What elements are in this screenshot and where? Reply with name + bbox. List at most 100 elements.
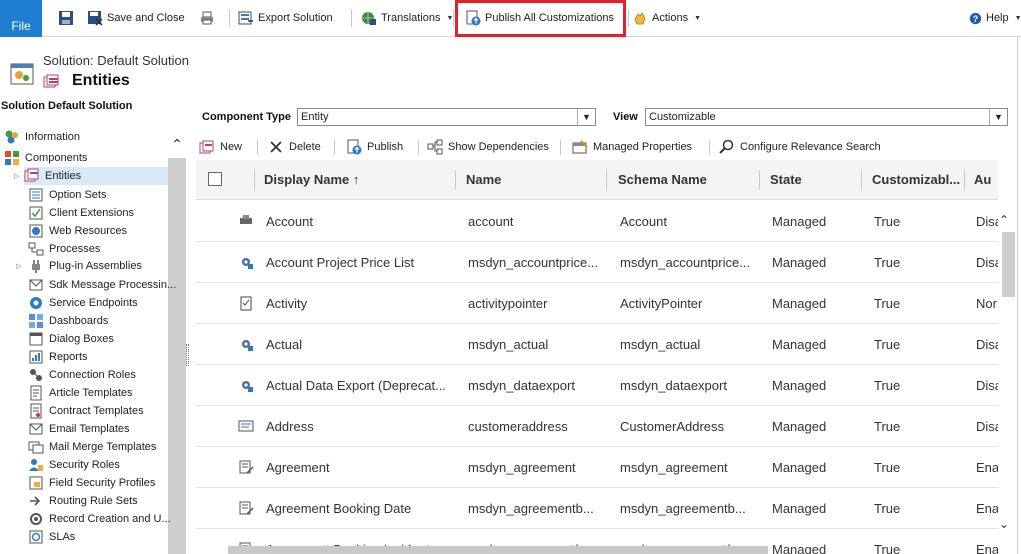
sidebar-item-contract-templates[interactable]: Contract Templates [28,402,144,420]
delete-button[interactable]: Delete [268,138,321,156]
translations-dropdown[interactable]: Translations ▼ [361,8,453,28]
table-row[interactable]: Agreement msdyn_agreement msdyn_agreement M… [196,447,998,488]
grid-horizontal-scroll-thumb[interactable] [228,546,768,554]
entities-icon [24,168,39,182]
print-button[interactable] [199,8,215,28]
cell-schema-name: msdyn_agreementb... [620,501,746,516]
sidebar-item-record-creation-rules[interactable]: Record Creation and U... [28,510,171,528]
entity-gear-icon [238,336,254,352]
component-type-select[interactable]: Entity ▼ [297,108,596,126]
sdk-message-icon [29,279,43,291]
select-all-checkbox[interactable] [208,172,222,186]
export-solution-button[interactable]: Export Solution [238,8,333,28]
cell-schema-name: msdyn_agreement [620,460,728,475]
chevron-down-icon: ▼ [694,14,702,22]
sidebar-item-slas[interactable]: SLAs [28,528,75,546]
view-select[interactable]: Customizable ▼ [645,108,1008,126]
expand-triangle-icon[interactable]: ▷ [16,262,21,270]
sidebar-scrollbar[interactable] [168,158,186,554]
sidebar-item-security-roles[interactable]: Security Roles [28,456,120,474]
table-row[interactable]: Actual Data Export (Deprecat... msdyn_dat… [196,365,998,406]
table-row[interactable]: Actual msdyn_actual msdyn_actual Managed Tru… [196,324,998,365]
column-header-schema-name[interactable]: Schema Name [618,172,707,187]
sidebar-item-client-extensions[interactable]: Client Extensions [28,204,134,222]
sidebar-item-label: Contract Templates [49,405,144,417]
sidebar-item-service-endpoints[interactable]: Service Endpoints [28,294,138,312]
client-extensions-icon [29,206,43,220]
cell-audit: Ena [976,460,998,475]
article-templates-icon [30,385,42,401]
table-row[interactable]: Address customeraddress CustomerAddress Man… [196,406,998,447]
help-dropdown[interactable]: ? Help ▼ [969,8,1021,28]
sidebar-item-mail-merge-templates[interactable]: Mail Merge Templates [28,438,156,456]
sidebar-item-label: Article Templates [49,387,133,399]
entity-gear-icon [238,377,254,393]
sidebar-item-components[interactable]: Components [4,149,87,167]
save-close-icon [88,11,103,26]
grid-scroll-thumb[interactable] [1002,232,1015,297]
routing-rule-icon [30,496,41,506]
contract-templates-icon [30,403,42,419]
cell-name: activitypointer [468,296,548,311]
table-row[interactable]: Activity activitypointer ActivityPointer Ma… [196,283,998,324]
option-sets-icon [29,188,43,202]
sidebar-item-label: Mail Merge Templates [49,441,157,453]
sidebar-item-processes[interactable]: Processes [28,240,100,258]
sidebar-item-field-security-profiles[interactable]: Field Security Profiles [28,474,155,492]
sidebar-item-dialog-boxes[interactable]: Dialog Boxes [28,330,114,348]
sidebar-item-sdk-message-processing[interactable]: Sdk Message Processin... [28,276,176,294]
cell-display-name: Actual [266,337,303,352]
show-dependencies-label: Show Dependencies [448,141,549,153]
sidebar-item-plug-in-assemblies[interactable]: Plug-in Assemblies [28,257,142,275]
table-row[interactable]: Account Project Price List msdyn_accountp… [196,242,998,283]
sidebar-item-dashboards[interactable]: Dashboards [28,312,108,330]
cell-display-name: Agreement [266,460,330,475]
show-dependencies-button[interactable]: Show Dependencies [427,138,549,156]
expand-triangle-icon[interactable]: ▷ [14,172,19,180]
actions-dropdown[interactable]: Actions ▼ [632,8,701,28]
sidebar-item-entities[interactable]: Entities [24,167,168,185]
column-header-display-name[interactable]: Display Name ↑ [264,172,359,187]
sidebar-item-routing-rule-sets[interactable]: Routing Rule Sets [28,492,138,510]
column-header-state[interactable]: State [770,172,802,187]
cell-state: Managed [772,542,827,554]
column-header-customizable[interactable]: Customizabl... [872,172,960,187]
column-header-name[interactable]: Name [466,172,501,187]
ribbon-toolbar: File Save and Close Export Solution Tran… [0,0,1021,37]
cell-display-name: Activity [266,296,308,311]
solution-name: Solution: Default Solution [43,53,189,68]
save-icon-button[interactable] [58,8,74,28]
save-and-close-button[interactable]: Save and Close [87,8,185,28]
cell-name: msdyn_agreement [468,460,576,475]
sidebar-item-label: Routing Rule Sets [49,495,138,507]
file-tab[interactable]: File [0,0,42,37]
sidebar-item-option-sets[interactable]: Option Sets [28,186,106,204]
information-icon [5,130,18,144]
managed-properties-button[interactable]: Managed Properties [572,138,692,156]
email-templates-icon [29,423,43,435]
configure-relevance-search-button[interactable]: Configure Relevance Search [719,138,881,156]
dashboards-icon [29,314,43,328]
scroll-up-chevron-icon[interactable]: ⌃ [999,213,1009,227]
export-icon [238,11,253,25]
panel-splitter-handle[interactable] [186,344,189,366]
sidebar-item-label: Dialog Boxes [49,333,114,345]
sidebar-item-label: Email Templates [49,423,130,435]
sidebar-item-label: Entities [45,170,82,182]
cell-audit: Ena [976,542,998,554]
sidebar-item-reports[interactable]: Reports [28,348,88,366]
table-row[interactable]: Account account Account Managed True Disa [196,201,998,242]
publish-button[interactable]: Publish [346,138,403,156]
sidebar-item-web-resources[interactable]: Web Resources [28,222,127,240]
column-header-audit[interactable]: Au [974,172,991,187]
cell-name: account [468,214,514,229]
sidebar-item-email-templates[interactable]: Email Templates [28,420,130,438]
sidebar-item-connection-roles[interactable]: Connection Roles [28,366,136,384]
scroll-down-chevron-icon[interactable]: ⌄ [999,517,1009,531]
sidebar-item-information[interactable]: Information [4,128,80,146]
sidebar-item-article-templates[interactable]: Article Templates [28,384,133,402]
table-row[interactable]: Agreement Booking Date msdyn_agreementb..… [196,488,998,529]
new-button[interactable]: New [199,138,242,156]
sidebar-item-label: Service Endpoints [49,297,138,309]
sidebar-collapse-chevron-icon[interactable]: ⌃ [168,136,186,156]
